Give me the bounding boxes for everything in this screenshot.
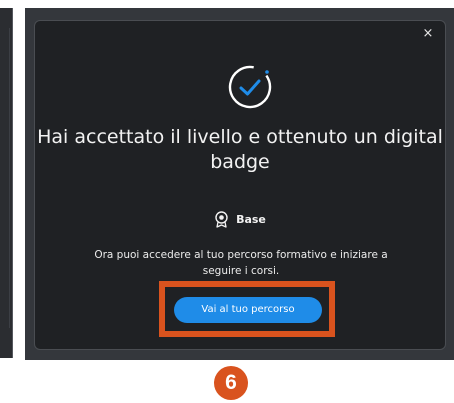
- badge-level-label: Base: [236, 213, 266, 226]
- dialog-title: Hai accettato il livello e ottenuto un d…: [37, 126, 443, 173]
- screenshot-stage: × Hai accettato il livello e ottenuto un…: [0, 0, 454, 403]
- dialog-description: Ora puoi accedere al tuo percorso format…: [94, 249, 388, 277]
- step-number-badge: 6: [214, 366, 248, 400]
- success-dialog: × Hai accettato il livello e ottenuto un…: [34, 20, 446, 350]
- app-window: × Hai accettato il livello e ottenuto un…: [25, 8, 454, 360]
- check-circle-icon: [228, 65, 272, 109]
- window-divider: [9, 28, 10, 328]
- medal-icon: [215, 211, 228, 228]
- background-window-edge: [0, 8, 13, 358]
- close-icon[interactable]: ×: [421, 27, 435, 41]
- go-to-path-button[interactable]: Vai al tuo percorso: [174, 297, 322, 323]
- badge-level-row: Base: [35, 211, 445, 228]
